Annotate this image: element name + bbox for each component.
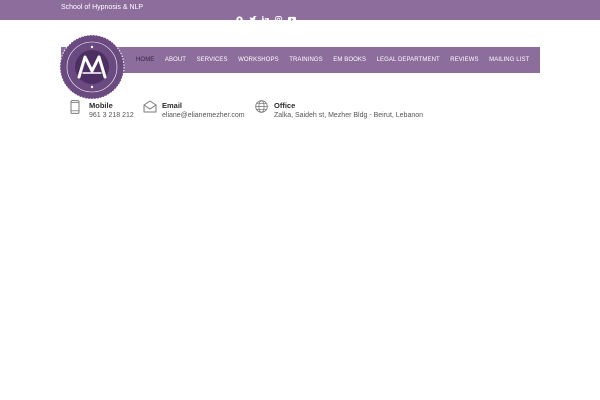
nav-item-home[interactable]: HOME bbox=[136, 57, 154, 63]
pinterest-icon[interactable] bbox=[236, 16, 244, 23]
nav-item-trainings[interactable]: TRAININGS bbox=[289, 57, 323, 63]
contact-email: Email eliane@elianemezher.com bbox=[143, 100, 245, 120]
linkedin-icon[interactable] bbox=[262, 16, 270, 23]
contact-email-title: Email bbox=[162, 101, 183, 110]
contact-office-title: Office bbox=[274, 101, 296, 110]
globe-icon bbox=[255, 100, 269, 116]
contact-mobile: Mobile 961 3 218 212 bbox=[70, 100, 134, 120]
site-logo[interactable] bbox=[59, 33, 125, 101]
nav-item-legal-department[interactable]: LEGAL DEPARTMENT bbox=[377, 57, 440, 63]
contact-email-value[interactable]: eliane@elianemezher.com bbox=[162, 111, 245, 120]
instagram-icon[interactable] bbox=[275, 16, 283, 23]
nav-item-services[interactable]: SERVICES bbox=[197, 57, 228, 63]
mobile-phone-icon bbox=[70, 100, 84, 116]
main-navigation: HOME ABOUT SERVICES WORKSHOPS TRAININGS … bbox=[61, 47, 569, 73]
contact-office-value: Zalka, Saideh st, Mezher Bldg - Beirut, … bbox=[274, 112, 424, 119]
nav-item-about[interactable]: ABOUT bbox=[165, 57, 186, 63]
site-tagline: School of Hypnosis & NLP bbox=[61, 4, 144, 11]
nav-item-workshops[interactable]: WORKSHOPS bbox=[238, 57, 279, 63]
social-links bbox=[236, 16, 296, 24]
top-bar: School of Hypnosis & NLP bbox=[0, 0, 600, 20]
nav-menu: HOME ABOUT SERVICES WORKSHOPS TRAININGS … bbox=[136, 47, 580, 73]
twitter-icon[interactable] bbox=[249, 16, 257, 22]
contact-mobile-title: Mobile bbox=[89, 101, 113, 110]
nav-item-mailing-list[interactable]: MAILING LIST bbox=[489, 57, 529, 63]
nav-item-contact[interactable]: CONTACT bbox=[540, 57, 569, 63]
contact-mobile-value[interactable]: 961 3 218 212 bbox=[89, 111, 134, 120]
envelope-icon bbox=[143, 100, 157, 116]
contact-office: Office Zalka, Saideh st, Mezher Bldg - B… bbox=[255, 100, 423, 120]
nav-item-em-books[interactable]: EM BOOKS bbox=[333, 57, 366, 63]
youtube-icon[interactable] bbox=[288, 16, 296, 23]
nav-item-reviews[interactable]: REVIEWS bbox=[450, 57, 478, 63]
